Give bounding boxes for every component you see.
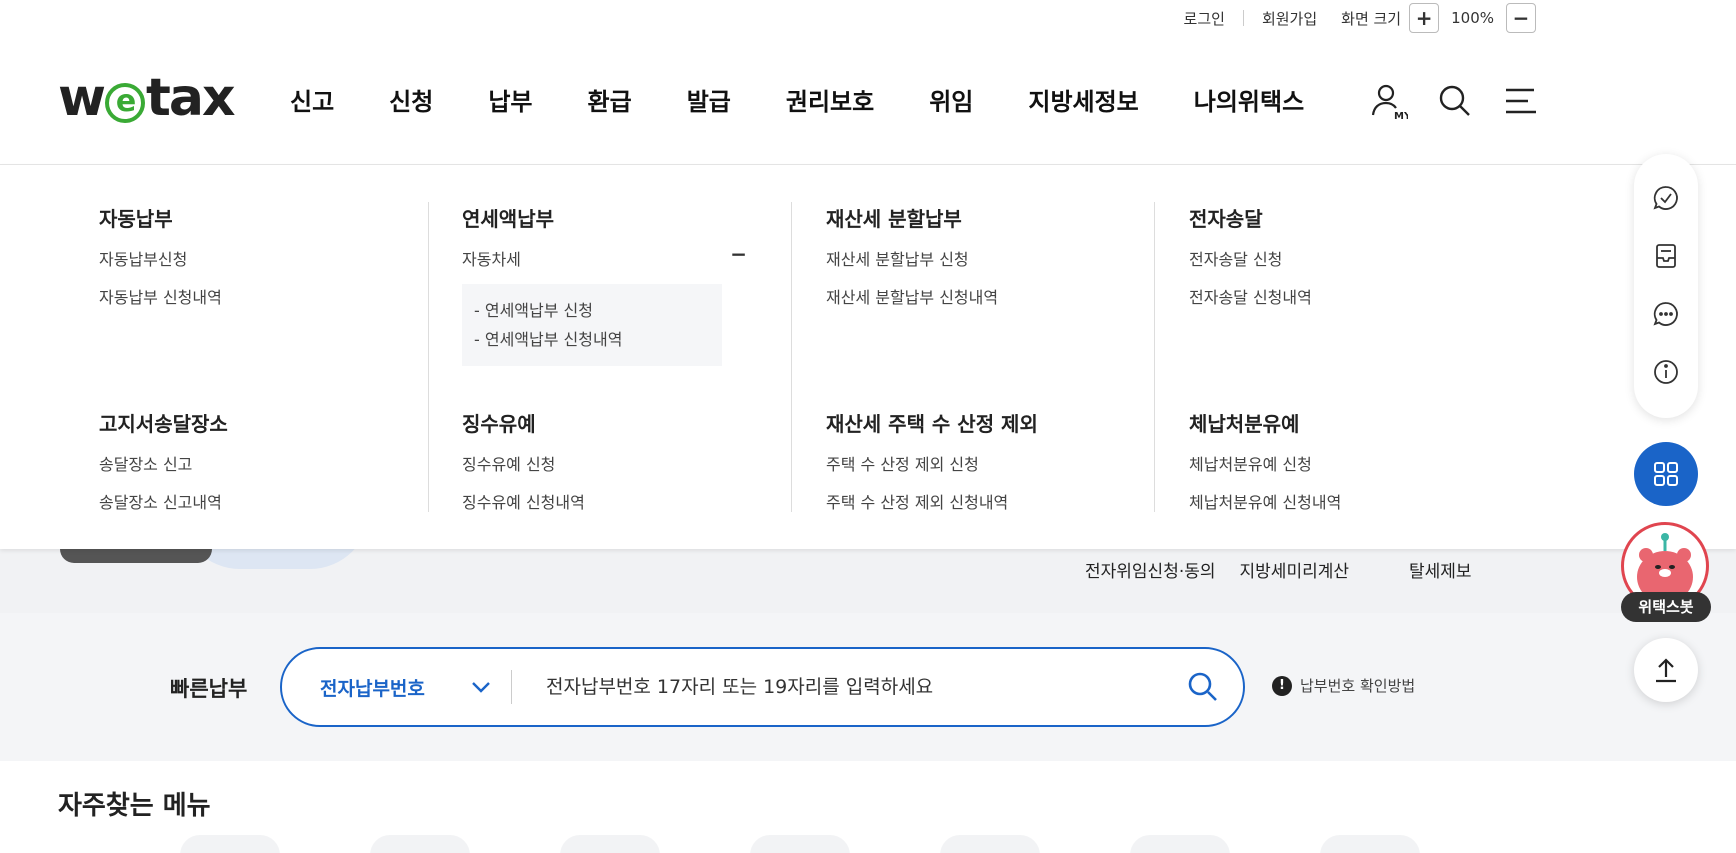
menu-group-delivery-place: 고지서송달장소 송달장소 신고 송달장소 신고내역 [99, 408, 228, 527]
all-menu-button[interactable] [1634, 442, 1698, 506]
wetax-bot-button[interactable]: 위택스봇 [1621, 522, 1711, 622]
info-icon[interactable] [1652, 358, 1680, 386]
menu-link-installment-history[interactable]: 재산세 분할납부 신청내역 [826, 284, 1189, 308]
frequent-menu-item[interactable] [180, 835, 280, 853]
exclamation-icon: ! [1272, 675, 1292, 696]
menu-link-exclusion-apply[interactable]: 주택 수 산정 제외 신청 [826, 451, 1038, 475]
quick-pay-box: 전자납부번호 [280, 647, 1245, 727]
menu-link-deferral-history[interactable]: 징수유예 신청내역 [462, 489, 585, 513]
pay-number-input[interactable] [512, 676, 1163, 698]
global-nav: 신고 신청 납부 환급 발급 권리보호 위임 지방세정보 나의위택스 [290, 82, 1359, 117]
menu-link-installment-apply[interactable]: 재산세 분할납부 신청 [826, 246, 1189, 270]
logo-e: e [105, 83, 146, 123]
menu-link-e-delivery-history[interactable]: 전자송달 신청내역 [1189, 284, 1552, 308]
logo-tax: tax [146, 68, 235, 128]
group-title-housing-exclusion: 재산세 주택 수 산정 제외 [826, 412, 1038, 436]
link-tax-evasion-report[interactable]: 탈세제보 [1409, 557, 1472, 582]
menu-group-deferral: 징수유예 징수유예 신청 징수유예 신청내역 [462, 408, 585, 527]
menu-column-3: 재산세 분할납부 재산세 분할납부 신청 재산세 분할납부 신청내역 재산세 주… [826, 203, 1189, 512]
submenu-link-annual-history[interactable]: - 연세액납부 신청내역 [474, 325, 710, 354]
submenu-link-annual-apply[interactable]: - 연세액납부 신청 [474, 296, 710, 325]
arrow-up-icon [1656, 658, 1676, 683]
nav-item-pay[interactable]: 납부 [488, 82, 532, 117]
help-label: 납부번호 확인방법 [1300, 677, 1416, 695]
frequent-menu-item[interactable] [1320, 835, 1420, 853]
header-icons: MY [1370, 82, 1540, 120]
nav-item-my-wetax[interactable]: 나의위택스 [1194, 82, 1304, 117]
quick-pay-section: 빠른납부 전자납부번호 ! 납부번호 확인방법 [0, 613, 1736, 761]
menu-column-1: 자동납부 자동납부신청 자동납부 신청내역 고지서송달장소 송달장소 신고 송달… [99, 203, 462, 512]
scroll-top-button[interactable] [1634, 638, 1698, 702]
group-title-e-delivery: 전자송달 [1189, 207, 1263, 231]
hero-quick-links: 전자위임신청·동의 지방세미리계산 탈세제보 [1085, 557, 1496, 582]
group-title-arrears-deferral: 체납처분유예 [1189, 412, 1300, 436]
menu-link-auto-pay-apply[interactable]: 자동납부신청 [99, 246, 462, 270]
site-header: w e tax 신고 신청 납부 환급 발급 권리보호 위임 지방세정보 나의위택스… [0, 0, 1736, 165]
nav-item-apply[interactable]: 신청 [389, 82, 433, 117]
nav-item-localtax-info[interactable]: 지방세정보 [1028, 82, 1138, 117]
menu-link-arrears-apply[interactable]: 체납처분유예 신청 [1189, 451, 1341, 475]
hero-banner: 전자위임신청·동의 지방세미리계산 탈세제보 [0, 509, 1736, 613]
collapse-icon[interactable]: − [730, 244, 747, 270]
quick-pay-label: 빠른납부 [170, 677, 248, 701]
menu-column-4: 전자송달 전자송달 신청 전자송달 신청내역 체납처분유예 체납처분유예 신청 … [1189, 203, 1552, 512]
frequent-menu-item[interactable] [560, 835, 660, 853]
group-title-auto-pay: 자동납부 [99, 207, 173, 231]
nav-item-report[interactable]: 신고 [290, 82, 334, 117]
nav-item-delegate[interactable]: 위임 [929, 82, 973, 117]
frequent-menu-title: 자주찾는 메뉴 [58, 791, 211, 821]
group-title-delivery-place: 고지서송달장소 [99, 412, 228, 436]
nav-item-rights[interactable]: 권리보호 [786, 82, 874, 117]
svg-text:MY: MY [1394, 111, 1408, 120]
nav-item-refund[interactable]: 환급 [588, 82, 632, 117]
chat-icon[interactable] [1652, 300, 1680, 328]
pay-number-help[interactable]: ! 납부번호 확인방법 [1272, 675, 1415, 696]
inbox-icon[interactable] [1652, 242, 1680, 270]
search-icon[interactable] [1163, 671, 1243, 703]
frequent-menu-section: 자주찾는 메뉴 [0, 761, 1736, 853]
menu-group-housing-exclusion: 재산세 주택 수 산정 제외 주택 수 산정 제외 신청 주택 수 산정 제외 … [826, 408, 1038, 527]
frequent-menu-item[interactable] [750, 835, 850, 853]
group-title-property-installment: 재산세 분할납부 [826, 207, 962, 231]
menu-link-exclusion-history[interactable]: 주택 수 산정 제외 신청내역 [826, 489, 1038, 513]
wetax-logo[interactable]: w e tax [58, 72, 236, 124]
frequent-menu-item[interactable] [940, 835, 1040, 853]
menu-link-deferral-apply[interactable]: 징수유예 신청 [462, 451, 585, 475]
menu-toggle-car-tax[interactable]: 자동차세 − [462, 244, 747, 270]
link-e-delegation[interactable]: 전자위임신청·동의 [1085, 557, 1216, 582]
toggle-label: 자동차세 [462, 250, 521, 269]
frequent-menu-item[interactable] [1130, 835, 1230, 853]
floating-quick-rail [1634, 154, 1698, 418]
logo-w: w [58, 68, 106, 128]
submenu-box: - 연세액납부 신청 - 연세액납부 신청내역 [462, 284, 722, 366]
menu-link-auto-pay-history[interactable]: 자동납부 신청내역 [99, 284, 462, 308]
check-chat-icon[interactable] [1652, 184, 1680, 212]
nav-item-issue[interactable]: 발급 [687, 82, 731, 117]
menu-column-2: 연세액납부 자동차세 − - 연세액납부 신청 - 연세액납부 신청내역 징수유… [462, 203, 825, 512]
menu-link-e-delivery-apply[interactable]: 전자송달 신청 [1189, 246, 1552, 270]
menu-link-delivery-report[interactable]: 송달장소 신고 [99, 451, 228, 475]
bot-label: 위택스봇 [1621, 592, 1711, 622]
group-title-annual-pay: 연세액납부 [462, 207, 554, 231]
frequent-menu-item[interactable] [370, 835, 470, 853]
hamburger-menu-icon[interactable] [1502, 82, 1540, 120]
link-tax-precalc[interactable]: 지방세미리계산 [1240, 557, 1349, 582]
search-icon[interactable] [1436, 82, 1474, 120]
my-page-icon[interactable]: MY [1370, 82, 1408, 120]
menu-link-delivery-history[interactable]: 송달장소 신고내역 [99, 489, 228, 513]
menu-group-arrears-deferral: 체납처분유예 체납처분유예 신청 체납처분유예 신청내역 [1189, 408, 1341, 527]
group-title-deferral: 징수유예 [462, 412, 536, 436]
menu-link-arrears-history[interactable]: 체납처분유예 신청내역 [1189, 489, 1341, 513]
pay-type-select[interactable]: 전자납부번호 [282, 670, 512, 704]
chevron-down-icon [472, 682, 490, 693]
pay-type-value: 전자납부번호 [320, 677, 425, 700]
grid-icon [1654, 462, 1678, 486]
mega-menu-pay: 자동납부 자동납부신청 자동납부 신청내역 고지서송달장소 송달장소 신고 송달… [0, 165, 1736, 549]
